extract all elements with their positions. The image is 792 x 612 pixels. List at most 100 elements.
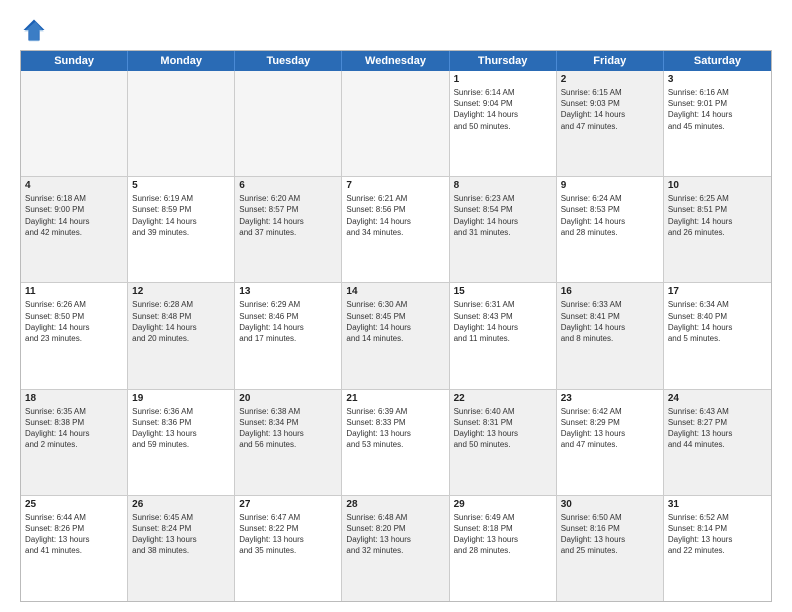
day-info: Sunrise: 6:43 AM Sunset: 8:27 PM Dayligh… [668,406,767,451]
calendar-cell-day-25: 25 Sunrise: 6:44 AM Sunset: 8:26 PM Dayli… [21,496,128,601]
day-info: Sunrise: 6:16 AM Sunset: 9:01 PM Dayligh… [668,87,767,132]
day-info: Sunrise: 6:28 AM Sunset: 8:48 PM Dayligh… [132,299,230,344]
calendar-header: SundayMondayTuesdayWednesdayThursdayFrid… [21,51,771,71]
day-info: Sunrise: 6:34 AM Sunset: 8:40 PM Dayligh… [668,299,767,344]
page: SundayMondayTuesdayWednesdayThursdayFrid… [0,0,792,612]
day-header-sunday: Sunday [21,51,128,71]
day-number: 12 [132,286,230,297]
day-number: 28 [346,499,444,510]
calendar-week-5: 25 Sunrise: 6:44 AM Sunset: 8:26 PM Dayli… [21,496,771,601]
day-number: 27 [239,499,337,510]
calendar-cell-day-12: 12 Sunrise: 6:28 AM Sunset: 8:48 PM Dayli… [128,283,235,388]
day-number: 16 [561,286,659,297]
day-number: 10 [668,180,767,191]
calendar-cell-empty [128,71,235,176]
calendar-cell-day-28: 28 Sunrise: 6:48 AM Sunset: 8:20 PM Dayli… [342,496,449,601]
day-number: 26 [132,499,230,510]
day-number: 22 [454,393,552,404]
day-header-monday: Monday [128,51,235,71]
day-number: 23 [561,393,659,404]
day-number: 29 [454,499,552,510]
calendar-body: 1Sunrise: 6:14 AM Sunset: 9:04 PM Daylig… [21,71,771,601]
calendar-cell-day-18: 18 Sunrise: 6:35 AM Sunset: 8:38 PM Dayli… [21,390,128,495]
calendar-cell-day-23: 23 Sunrise: 6:42 AM Sunset: 8:29 PM Dayli… [557,390,664,495]
calendar-cell-day-13: 13 Sunrise: 6:29 AM Sunset: 8:46 PM Dayli… [235,283,342,388]
day-info: Sunrise: 6:40 AM Sunset: 8:31 PM Dayligh… [454,406,552,451]
day-info: Sunrise: 6:49 AM Sunset: 8:18 PM Dayligh… [454,512,552,557]
day-info: Sunrise: 6:47 AM Sunset: 8:22 PM Dayligh… [239,512,337,557]
calendar-cell-day-4: 4 Sunrise: 6:18 AM Sunset: 9:00 PM Daylig… [21,177,128,282]
day-number: 15 [454,286,552,297]
calendar-cell-day-22: 22 Sunrise: 6:40 AM Sunset: 8:31 PM Dayli… [450,390,557,495]
day-number: 25 [25,499,123,510]
day-header-thursday: Thursday [450,51,557,71]
day-info: Sunrise: 6:39 AM Sunset: 8:33 PM Dayligh… [346,406,444,451]
calendar-cell-day-3: 3 Sunrise: 6:16 AM Sunset: 9:01 PM Daylig… [664,71,771,176]
calendar-week-3: 11 Sunrise: 6:26 AM Sunset: 8:50 PM Dayli… [21,283,771,389]
day-number: 11 [25,286,123,297]
calendar-cell-day-29: 29 Sunrise: 6:49 AM Sunset: 8:18 PM Dayli… [450,496,557,601]
calendar-cell-day-9: 9Sunrise: 6:24 AM Sunset: 8:53 PM Daylig… [557,177,664,282]
calendar-cell-empty [235,71,342,176]
day-info: Sunrise: 6:50 AM Sunset: 8:16 PM Dayligh… [561,512,659,557]
day-info: Sunrise: 6:18 AM Sunset: 9:00 PM Dayligh… [25,193,123,238]
calendar-cell-day-5: 5 Sunrise: 6:19 AM Sunset: 8:59 PM Daylig… [128,177,235,282]
calendar-cell-day-15: 15 Sunrise: 6:31 AM Sunset: 8:43 PM Dayli… [450,283,557,388]
day-number: 4 [25,180,123,191]
day-number: 18 [25,393,123,404]
calendar: SundayMondayTuesdayWednesdayThursdayFrid… [20,50,772,602]
calendar-cell-day-19: 19Sunrise: 6:36 AM Sunset: 8:36 PM Dayli… [128,390,235,495]
day-number: 6 [239,180,337,191]
calendar-cell-day-14: 14Sunrise: 6:30 AM Sunset: 8:45 PM Dayli… [342,283,449,388]
logo-icon [20,16,48,44]
calendar-cell-day-20: 20Sunrise: 6:38 AM Sunset: 8:34 PM Dayli… [235,390,342,495]
day-info: Sunrise: 6:19 AM Sunset: 8:59 PM Dayligh… [132,193,230,238]
day-info: Sunrise: 6:30 AM Sunset: 8:45 PM Dayligh… [346,299,444,344]
day-number: 13 [239,286,337,297]
calendar-cell-day-27: 27 Sunrise: 6:47 AM Sunset: 8:22 PM Dayli… [235,496,342,601]
day-info: Sunrise: 6:21 AM Sunset: 8:56 PM Dayligh… [346,193,444,238]
day-info: Sunrise: 6:29 AM Sunset: 8:46 PM Dayligh… [239,299,337,344]
calendar-cell-day-6: 6 Sunrise: 6:20 AM Sunset: 8:57 PM Daylig… [235,177,342,282]
day-info: Sunrise: 6:44 AM Sunset: 8:26 PM Dayligh… [25,512,123,557]
day-info: Sunrise: 6:35 AM Sunset: 8:38 PM Dayligh… [25,406,123,451]
day-info: Sunrise: 6:20 AM Sunset: 8:57 PM Dayligh… [239,193,337,238]
calendar-cell-empty [342,71,449,176]
calendar-cell-day-24: 24 Sunrise: 6:43 AM Sunset: 8:27 PM Dayli… [664,390,771,495]
day-number: 21 [346,393,444,404]
day-number: 20 [239,393,337,404]
calendar-week-2: 4 Sunrise: 6:18 AM Sunset: 9:00 PM Daylig… [21,177,771,283]
day-number: 24 [668,393,767,404]
calendar-cell-day-17: 17 Sunrise: 6:34 AM Sunset: 8:40 PM Dayli… [664,283,771,388]
calendar-cell-day-21: 21 Sunrise: 6:39 AM Sunset: 8:33 PM Dayli… [342,390,449,495]
logo [20,16,52,44]
day-info: Sunrise: 6:42 AM Sunset: 8:29 PM Dayligh… [561,406,659,451]
day-number: 7 [346,180,444,191]
day-info: Sunrise: 6:45 AM Sunset: 8:24 PM Dayligh… [132,512,230,557]
day-info: Sunrise: 6:15 AM Sunset: 9:03 PM Dayligh… [561,87,659,132]
day-number: 30 [561,499,659,510]
calendar-cell-day-26: 26 Sunrise: 6:45 AM Sunset: 8:24 PM Dayli… [128,496,235,601]
day-info: Sunrise: 6:36 AM Sunset: 8:36 PM Dayligh… [132,406,230,451]
day-info: Sunrise: 6:26 AM Sunset: 8:50 PM Dayligh… [25,299,123,344]
calendar-cell-day-7: 7 Sunrise: 6:21 AM Sunset: 8:56 PM Daylig… [342,177,449,282]
day-number: 1 [454,74,552,85]
day-header-friday: Friday [557,51,664,71]
calendar-cell-day-30: 30 Sunrise: 6:50 AM Sunset: 8:16 PM Dayli… [557,496,664,601]
day-number: 3 [668,74,767,85]
day-info: Sunrise: 6:48 AM Sunset: 8:20 PM Dayligh… [346,512,444,557]
day-number: 9 [561,180,659,191]
calendar-cell-day-16: 16Sunrise: 6:33 AM Sunset: 8:41 PM Dayli… [557,283,664,388]
day-header-saturday: Saturday [664,51,771,71]
day-number: 5 [132,180,230,191]
calendar-cell-day-10: 10 Sunrise: 6:25 AM Sunset: 8:51 PM Dayli… [664,177,771,282]
header [20,16,772,44]
day-info: Sunrise: 6:25 AM Sunset: 8:51 PM Dayligh… [668,193,767,238]
day-info: Sunrise: 6:31 AM Sunset: 8:43 PM Dayligh… [454,299,552,344]
day-number: 17 [668,286,767,297]
calendar-cell-day-8: 8Sunrise: 6:23 AM Sunset: 8:54 PM Daylig… [450,177,557,282]
day-header-wednesday: Wednesday [342,51,449,71]
day-number: 2 [561,74,659,85]
calendar-week-4: 18 Sunrise: 6:35 AM Sunset: 8:38 PM Dayli… [21,390,771,496]
day-info: Sunrise: 6:23 AM Sunset: 8:54 PM Dayligh… [454,193,552,238]
